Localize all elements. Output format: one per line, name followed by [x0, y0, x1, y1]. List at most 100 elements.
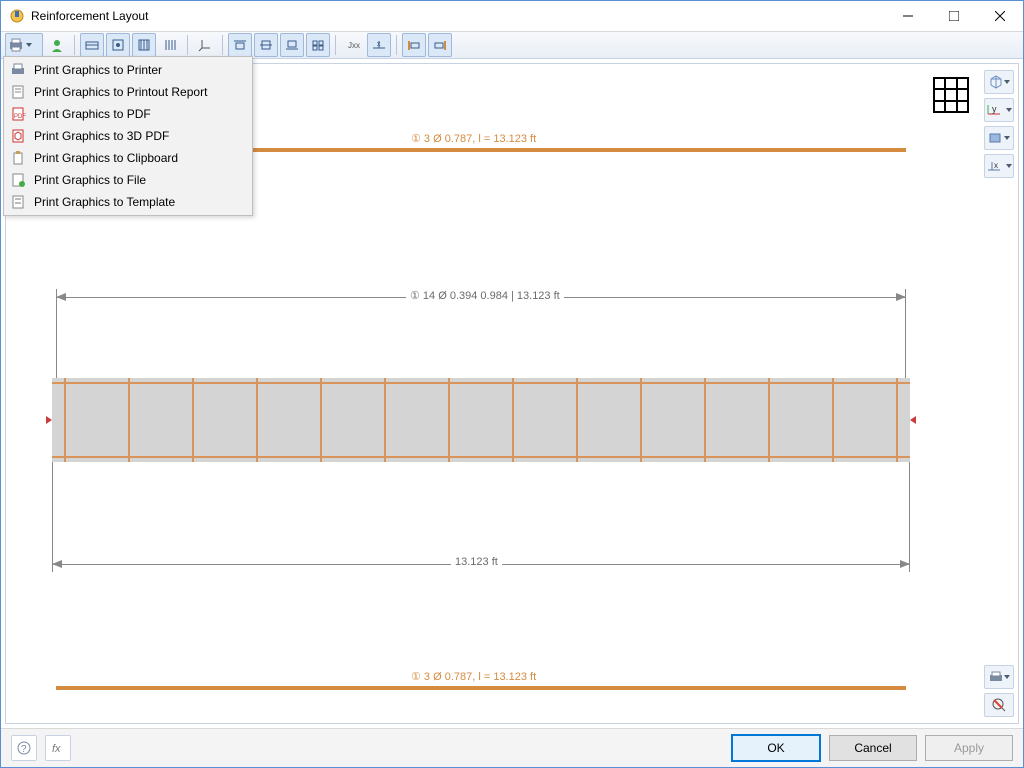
shade-button[interactable] — [984, 126, 1014, 150]
stirrup — [704, 378, 706, 462]
stirrup — [192, 378, 194, 462]
stirrup — [768, 378, 770, 462]
cancel-label: Cancel — [854, 741, 891, 755]
stirrup — [128, 378, 130, 462]
menu-label: Print Graphics to Template — [34, 195, 175, 209]
menu-print-printer[interactable]: Print Graphics to Printer — [6, 59, 250, 81]
menu-print-clipboard[interactable]: Print Graphics to Clipboard — [6, 147, 250, 169]
reset-view-button[interactable] — [984, 693, 1014, 717]
apply-button[interactable]: Apply — [925, 735, 1013, 761]
view-tools-top: y x — [984, 70, 1012, 178]
ok-label: OK — [767, 741, 784, 755]
svg-text:fx: fx — [52, 743, 61, 755]
app-icon — [9, 8, 25, 24]
window-title: Reinforcement Layout — [31, 9, 148, 23]
svg-text:?: ? — [21, 744, 27, 755]
dim-tick — [56, 289, 57, 379]
pdf3d-icon — [10, 128, 26, 144]
span-label: 13.123 ft — [451, 556, 502, 568]
align-grid-button[interactable] — [306, 33, 330, 57]
label-xx-button[interactable]: Jxx — [341, 33, 365, 57]
view-cross-button[interactable] — [132, 33, 156, 57]
dim-tick — [905, 289, 906, 379]
support-right-icon — [910, 416, 916, 424]
printer-icon — [10, 62, 26, 78]
menu-label: Print Graphics to Printer — [34, 63, 162, 77]
arrow-right-icon — [900, 560, 910, 568]
axis-x-button[interactable]: x — [984, 154, 1014, 178]
view-section-button[interactable] — [106, 33, 130, 57]
menu-print-report[interactable]: Print Graphics to Printout Report — [6, 81, 250, 103]
toolbar: Jxx x — [1, 32, 1023, 59]
close-button[interactable] — [977, 1, 1023, 31]
dimension-x-button[interactable]: x — [367, 33, 391, 57]
axes-button[interactable] — [193, 33, 217, 57]
top-rebar-label: ① 3 Ø 0.787, l = 13.123 ft — [411, 132, 536, 145]
chevron-down-icon — [1004, 80, 1010, 84]
maximize-button[interactable] — [931, 1, 977, 31]
svg-text:PDF: PDF — [14, 114, 26, 120]
clipboard-icon — [10, 150, 26, 166]
print-dropdown[interactable] — [5, 33, 43, 57]
stirrup — [64, 378, 66, 462]
dim-tick — [909, 462, 910, 572]
chevron-down-icon — [1004, 136, 1010, 140]
svg-text:Jxx: Jxx — [348, 41, 360, 50]
menu-label: Print Graphics to PDF — [34, 107, 151, 121]
dim-tick — [52, 462, 53, 572]
minimize-button[interactable] — [885, 1, 931, 31]
align-middle-button[interactable] — [254, 33, 278, 57]
chevron-down-icon — [1006, 108, 1012, 112]
stirrup — [512, 378, 514, 462]
bottom-rebar-label: ① 3 Ø 0.787, l = 13.123 ft — [411, 670, 536, 683]
stirrup — [640, 378, 642, 462]
stirrup — [832, 378, 834, 462]
svg-text:x: x — [377, 41, 381, 48]
stirrup-label: ① 14 Ø 0.394 0.984 | 13.123 ft — [406, 289, 564, 302]
view-cube[interactable] — [930, 74, 972, 116]
chevron-down-icon — [1006, 164, 1012, 168]
menu-print-template[interactable]: Print Graphics to Template — [6, 191, 250, 213]
anchor-left-button[interactable] — [402, 33, 426, 57]
formula-button[interactable]: fx — [45, 735, 71, 761]
cancel-button[interactable]: Cancel — [829, 735, 917, 761]
axis-y-button[interactable]: y — [984, 98, 1014, 122]
ok-button[interactable]: OK — [731, 734, 821, 762]
align-top-button[interactable] — [228, 33, 252, 57]
menu-print-pdf[interactable]: PDF Print Graphics to PDF — [6, 103, 250, 125]
menu-label: Print Graphics to Printout Report — [34, 85, 207, 99]
view-columns-button[interactable] — [158, 33, 182, 57]
menu-print-file[interactable]: Print Graphics to File — [6, 169, 250, 191]
align-bottom-button[interactable] — [280, 33, 304, 57]
print-menu: Print Graphics to Printer Print Graphics… — [3, 56, 253, 216]
user-view-button[interactable] — [45, 33, 69, 57]
help-button[interactable]: ? — [11, 735, 37, 761]
stirrup — [256, 378, 258, 462]
print-view-button[interactable] — [984, 665, 1014, 689]
menu-label: Print Graphics to File — [34, 173, 146, 187]
stirrup — [384, 378, 386, 462]
menu-label: Print Graphics to Clipboard — [34, 151, 178, 165]
beam-bottom-bar — [52, 456, 910, 458]
report-icon — [10, 84, 26, 100]
stirrup — [896, 378, 898, 462]
pdf-icon: PDF — [10, 106, 26, 122]
beam-top-bar — [52, 382, 910, 384]
stirrup — [448, 378, 450, 462]
anchor-right-button[interactable] — [428, 33, 452, 57]
bottom-rebar — [56, 686, 906, 690]
view-front-button[interactable] — [80, 33, 104, 57]
svg-text:x: x — [994, 161, 998, 170]
beam — [52, 378, 910, 462]
menu-print-3dpdf[interactable]: Print Graphics to 3D PDF — [6, 125, 250, 147]
stirrup — [576, 378, 578, 462]
arrow-left-icon — [56, 293, 66, 301]
iso-view-button[interactable] — [984, 70, 1014, 94]
stirrup — [320, 378, 322, 462]
arrow-left-icon — [52, 560, 62, 568]
file-icon — [10, 172, 26, 188]
apply-label: Apply — [954, 741, 984, 755]
titlebar: Reinforcement Layout — [1, 1, 1023, 32]
arrow-right-icon — [896, 293, 906, 301]
view-tools-bottom — [984, 665, 1012, 717]
